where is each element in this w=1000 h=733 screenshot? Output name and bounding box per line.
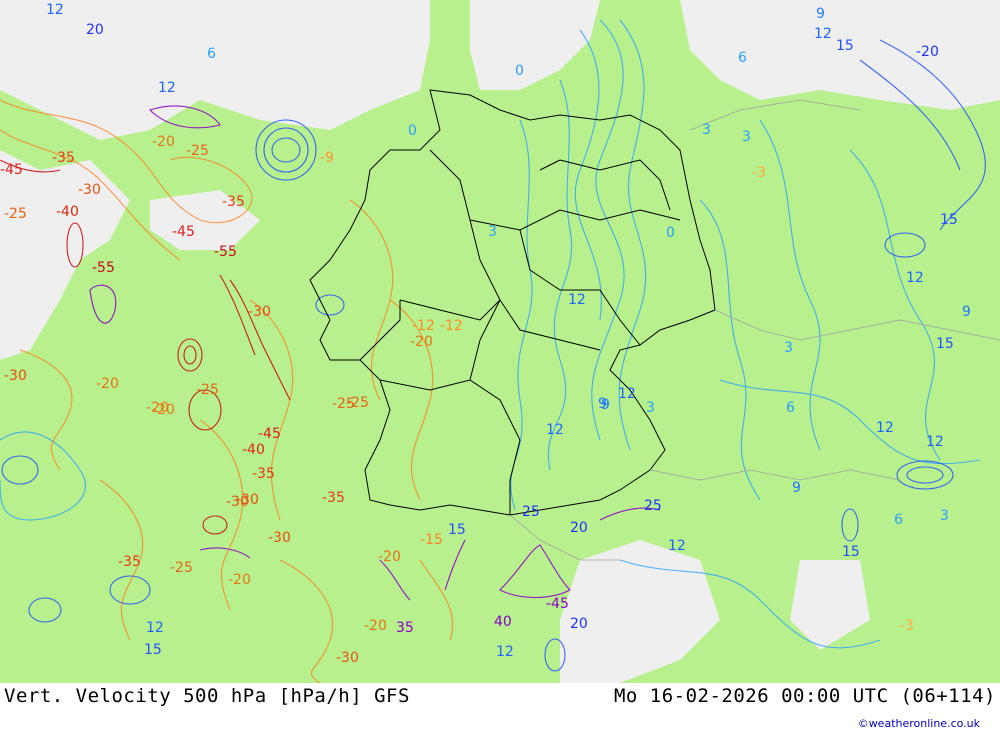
contour-label: -45: [172, 224, 195, 240]
contour-label: -45: [258, 426, 281, 442]
contour-label: -20: [378, 549, 401, 565]
contour-label: 15: [936, 336, 954, 352]
weather-map: 12 20 6 0 9 12 15 -20 6 3 3 0 -45 -35 -3…: [0, 0, 1000, 683]
contour-label: -55: [214, 244, 237, 260]
contour-label: -35: [118, 554, 141, 570]
contour-label: -12: [412, 318, 435, 334]
contour-label: -55: [92, 260, 115, 276]
contour-label: -30: [4, 368, 27, 384]
contour-label: 35: [396, 620, 414, 636]
contour-label: -40: [56, 204, 79, 220]
contour-label: 12: [618, 386, 636, 402]
contour-label: 3: [488, 224, 497, 240]
contour-label: 3: [940, 508, 949, 524]
contour-label: 9: [816, 6, 825, 22]
contour-label: 15: [144, 642, 162, 658]
contour-label: 12: [814, 26, 832, 42]
contour-label: 0: [666, 225, 675, 241]
contour-label: 20: [570, 616, 588, 632]
contour-label: -30: [78, 182, 101, 198]
credit-link[interactable]: ©weatheronline.co.uk: [858, 717, 980, 730]
contour-label: -35: [322, 490, 345, 506]
contour-label: -25: [4, 206, 27, 222]
contour-label: -35: [52, 150, 75, 166]
contour-label: -35: [252, 466, 275, 482]
contour-label: -25: [346, 395, 369, 411]
contour-label: 15: [448, 522, 466, 538]
contour-label: 3: [784, 340, 793, 356]
contour-label: -20: [364, 618, 387, 634]
contour-label: -3: [752, 165, 766, 181]
contour-label: -20: [152, 134, 175, 150]
contour-label: -20: [916, 44, 939, 60]
contour-label: -3: [900, 618, 914, 634]
contour-label: -45: [0, 162, 23, 178]
contour-label: -20: [410, 334, 433, 350]
contour-label: 12: [568, 292, 586, 308]
contour-label: 12: [46, 2, 64, 18]
contour-label: 12: [906, 270, 924, 286]
contour-label: 6: [738, 50, 747, 66]
contour-label: -30: [336, 650, 359, 666]
contour-label: -25: [186, 143, 209, 159]
contour-label: 25: [644, 498, 662, 514]
contour-label: -12: [440, 318, 463, 334]
contour-label: -30: [268, 530, 291, 546]
contour-label: -45: [546, 596, 569, 612]
map-title: Vert. Velocity 500 hPa [hPa/h] GFS: [4, 685, 410, 707]
valid-time: Mo 16-02-2026 00:00 UTC (06+114): [613, 685, 996, 707]
contour-label: 0: [515, 63, 524, 79]
contour-label: -20: [152, 402, 175, 418]
no-data-areas: [0, 0, 1000, 683]
contour-label: 0: [408, 123, 417, 139]
contour-label: 9: [601, 397, 610, 413]
country-borders: [309, 89, 716, 516]
contour-label: 12: [668, 538, 686, 554]
contour-label: -40: [242, 442, 265, 458]
contour-label: -15: [420, 532, 443, 548]
contour-label: 3: [742, 129, 751, 145]
contour-label: 25: [522, 504, 540, 520]
contour-label: -30: [248, 304, 271, 320]
contour-label: -20: [228, 572, 251, 588]
map-canvas: 12 20 6 0 9 12 15 -20 6 3 3 0 -45 -35 -3…: [0, 0, 1000, 683]
contour-label: 3: [646, 400, 655, 416]
map-footer: Vert. Velocity 500 hPa [hPa/h] GFS Mo 16…: [0, 683, 1000, 733]
contour-label: 12: [876, 420, 894, 436]
contour-label: 9: [962, 304, 971, 320]
contour-label: -9: [320, 150, 334, 166]
contour-label: 12: [496, 644, 514, 660]
contour-label: -35: [222, 194, 245, 210]
contour-label: 6: [786, 400, 795, 416]
contour-label: 12: [926, 434, 944, 450]
contour-label: -25: [196, 382, 219, 398]
contour-label: 20: [86, 22, 104, 38]
contour-label: 15: [940, 212, 958, 228]
contour-label: -25: [170, 560, 193, 576]
contour-label: 40: [494, 614, 512, 630]
contour-label: 9: [792, 480, 801, 496]
contour-label: -20: [96, 376, 119, 392]
contour-label: -30: [236, 492, 259, 508]
contour-label: 15: [842, 544, 860, 560]
contour-label: 12: [158, 80, 176, 96]
contour-label: 12: [146, 620, 164, 636]
contour-label: 3: [702, 122, 711, 138]
contour-label: 20: [570, 520, 588, 536]
contour-label: 12: [546, 422, 564, 438]
contour-label: 6: [894, 512, 903, 528]
contour-label: 6: [207, 46, 216, 62]
contour-label: 15: [836, 38, 854, 54]
